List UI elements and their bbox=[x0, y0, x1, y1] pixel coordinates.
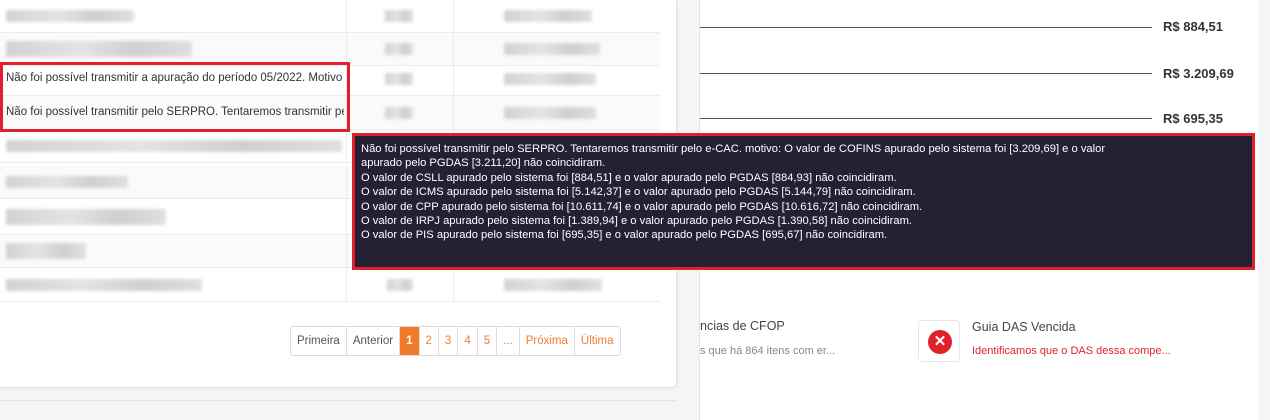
tax-amount-value: R$ 3.209,69 bbox=[1163, 66, 1234, 81]
tax-amount-value: R$ 695,35 bbox=[1163, 111, 1223, 126]
section-divider bbox=[0, 400, 677, 401]
tax-amount-line bbox=[700, 27, 1152, 28]
tooltip-line: O valor de CSLL apurado pelo sistema foi… bbox=[361, 171, 897, 184]
table-row[interactable] bbox=[0, 268, 660, 302]
tax-amount-line bbox=[700, 118, 1152, 119]
tooltip-line: O valor de IRPJ apurado pelo sistema foi… bbox=[361, 215, 912, 228]
tooltip-line: O valor de ICMS apurado pelo sistema foi… bbox=[361, 186, 916, 199]
error-details-tooltip: Não foi possível transmitir pelo SERPRO.… bbox=[352, 133, 1255, 270]
tooltip-line: Não foi possível transmitir pelo SERPRO.… bbox=[361, 143, 1106, 155]
cfop-card-title: ncias de CFOP bbox=[700, 319, 785, 333]
pagination-ellipsis: ... bbox=[497, 327, 520, 355]
table-row[interactable] bbox=[0, 0, 660, 33]
pagination-page-3[interactable]: 3 bbox=[439, 327, 459, 355]
das-card-subtitle[interactable]: Identificamos que o DAS dessa compe... bbox=[972, 345, 1171, 357]
pagination-page-2[interactable]: 2 bbox=[420, 327, 439, 355]
pagination-next[interactable]: Próxima bbox=[520, 327, 575, 355]
tax-amount-line bbox=[700, 73, 1152, 74]
tax-amount-value: R$ 884,51 bbox=[1163, 19, 1223, 34]
pagination-page-5[interactable]: 5 bbox=[478, 327, 498, 355]
cfop-card-subtitle[interactable]: s que há 864 itens com er... bbox=[700, 345, 835, 357]
pagination: Primeira Anterior 1 2 3 4 5 ... Próxima … bbox=[290, 326, 621, 356]
das-card-title: Guia DAS Vencida bbox=[972, 320, 1076, 334]
tooltip-line: O valor de PIS apurado pelo sistema foi … bbox=[361, 229, 888, 242]
pagination-last[interactable]: Última bbox=[575, 327, 620, 355]
das-alert-icon-box: ✕ bbox=[918, 320, 960, 362]
tooltip-line: apurado pelo PGDAS [3.211,20] não coinci… bbox=[361, 157, 606, 170]
tooltip-line: O valor de CPP apurado pelo sistema foi … bbox=[361, 200, 923, 213]
pagination-page-1[interactable]: 1 bbox=[400, 327, 420, 355]
pagination-page-4[interactable]: 4 bbox=[458, 327, 478, 355]
pagination-previous[interactable]: Anterior bbox=[347, 327, 401, 355]
close-icon: ✕ bbox=[928, 330, 952, 354]
error-rows-highlight bbox=[0, 62, 350, 132]
pagination-first[interactable]: Primeira bbox=[291, 327, 347, 355]
